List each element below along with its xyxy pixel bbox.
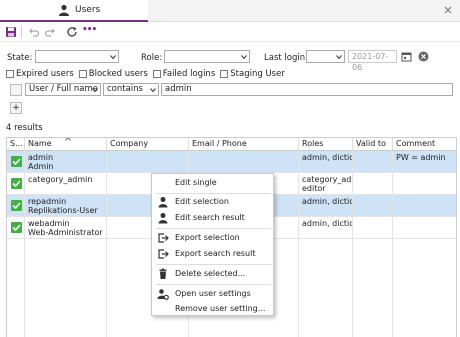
menu-item-export-selection[interactable]: Export selection [152, 230, 273, 246]
calendar-icon[interactable] [401, 51, 412, 62]
clear-icon[interactable] [418, 51, 429, 62]
menu-item-edit-selection[interactable]: Edit selection [152, 194, 273, 210]
add-criterion-button[interactable]: + [10, 102, 22, 114]
trash-icon [159, 268, 167, 279]
menu-item-delete-selected[interactable]: Delete selected... [152, 266, 273, 282]
valid-to-cell [353, 217, 393, 239]
last-login-label: Last login: [264, 53, 308, 63]
name-cell: webadmin Web-Administrator [25, 217, 107, 239]
sort-ascending-icon [65, 138, 71, 141]
role-select[interactable] [164, 50, 250, 63]
table-header: S... Name Company Email / Phone Roles Va… [7, 138, 456, 151]
expired-users-checkbox[interactable]: Expired users [6, 69, 74, 79]
status-cell [7, 151, 25, 173]
comment-cell [393, 173, 456, 195]
refresh-icon[interactable] [66, 26, 78, 38]
staging-user-checkbox[interactable]: Staging User [220, 69, 285, 79]
checkbox-box [220, 70, 229, 78]
checkbox-box [152, 70, 161, 78]
column-divider [24, 151, 25, 337]
company-cell [107, 151, 189, 173]
menu-item-open-user-settings[interactable]: Open user settings [152, 286, 273, 302]
close-icon[interactable] [442, 4, 454, 16]
column-header-company[interactable]: Company [107, 138, 189, 151]
roles-cell: category_ad...editor [299, 173, 353, 195]
menu-item-remove-user-setting[interactable]: Remove user setting... [152, 301, 273, 317]
export-icon [158, 233, 169, 243]
menu-item-edit-search-result[interactable]: Edit search result [152, 210, 273, 226]
roles-cell: admin, dictio... [299, 151, 353, 173]
user-icon [59, 4, 69, 16]
criteria-field-select[interactable]: User / Full name [25, 83, 101, 96]
last-login-operator-select[interactable] [306, 50, 345, 63]
menu-divider [156, 284, 271, 285]
results-count: 4 results [6, 123, 43, 133]
tab-users[interactable]: Users [0, 0, 148, 22]
roles-cell: admin, dictio... [299, 217, 353, 239]
checkbox-box [78, 70, 87, 78]
menu-divider [156, 264, 271, 265]
save-icon[interactable] [5, 26, 17, 38]
roles-cell: admin, dictio... [299, 195, 353, 217]
name-cell: admin Admin [25, 151, 107, 173]
column-divider [106, 151, 107, 337]
tab-bar: Users [0, 0, 460, 22]
tab-title: Users [75, 5, 101, 15]
context-menu: Edit single Edit selection Edit search r… [151, 173, 274, 316]
comment-cell [393, 217, 456, 239]
redo-icon[interactable] [44, 26, 56, 38]
column-header-email-phone[interactable]: Email / Phone [189, 138, 299, 151]
user-icon [158, 213, 168, 224]
name-cell: category_admin [25, 173, 107, 195]
menu-item-export-search-result[interactable]: Export search result [152, 246, 273, 262]
user-settings-icon [157, 289, 169, 300]
state-label: State: [7, 53, 33, 63]
comment-cell [393, 195, 456, 217]
table-row[interactable]: adminAdmin admin, dictio... PW = admin [7, 151, 456, 173]
column-header-comment[interactable]: Comment [393, 138, 456, 151]
toolbar-divider [21, 26, 22, 38]
menu-divider [156, 228, 271, 229]
name-cell: repadmin Replikations-User [25, 195, 107, 217]
chevron-down-icon [336, 55, 342, 60]
remove-criterion-button[interactable] [10, 84, 22, 96]
criteria-value-input[interactable]: admin [161, 83, 453, 96]
status-cell [7, 173, 25, 195]
check-icon [11, 178, 22, 189]
menu-item-edit-single[interactable]: Edit single [152, 175, 273, 191]
column-divider [392, 151, 393, 337]
user-icon [158, 197, 168, 208]
toolbar: ••• [0, 22, 460, 42]
export-icon [158, 249, 169, 259]
column-header-status[interactable]: S... [7, 138, 25, 151]
check-icon [11, 222, 22, 233]
valid-to-cell [353, 173, 393, 195]
comment-cell: PW = admin [396, 153, 446, 162]
column-divider [352, 151, 353, 337]
column-divider [298, 151, 299, 337]
state-select[interactable] [35, 50, 119, 63]
check-icon [11, 156, 22, 167]
checkbox-box [6, 70, 14, 78]
column-header-valid-to[interactable]: Valid to [353, 138, 393, 151]
chevron-down-icon [110, 55, 116, 60]
criteria-operator-select[interactable]: contains [103, 83, 159, 96]
failed-logins-checkbox[interactable]: Failed logins [152, 69, 215, 79]
check-icon [11, 200, 22, 211]
last-login-date-field[interactable]: 2021-07-06 [348, 50, 397, 72]
chevron-down-icon [150, 88, 156, 93]
status-cell [7, 217, 25, 239]
filter-checkboxes: Expired users Blocked users Failed login… [6, 69, 285, 79]
blocked-users-checkbox[interactable]: Blocked users [78, 69, 148, 79]
chevron-down-icon [241, 55, 247, 60]
valid-to-cell [353, 151, 393, 173]
status-cell [7, 195, 25, 217]
email-cell [189, 151, 299, 173]
undo-icon[interactable] [28, 26, 40, 38]
more-options-button[interactable]: ••• [82, 25, 102, 37]
role-label: Role: [141, 53, 163, 63]
valid-to-cell [353, 195, 393, 217]
column-header-roles[interactable]: Roles [299, 138, 353, 151]
chevron-down-icon [92, 88, 98, 93]
